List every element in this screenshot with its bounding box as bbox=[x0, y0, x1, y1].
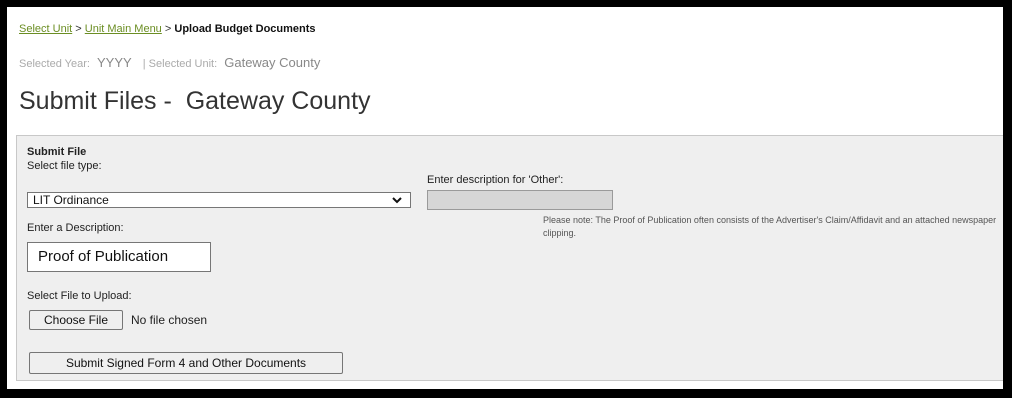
upload-label: Select File to Upload: bbox=[27, 290, 132, 302]
submit-documents-button[interactable]: Submit Signed Form 4 and Other Documents bbox=[29, 352, 343, 374]
description-input[interactable]: Proof of Publication bbox=[27, 242, 211, 272]
breadcrumb: Select Unit > Unit Main Menu > Upload Bu… bbox=[19, 23, 316, 35]
file-type-selected-value: LIT Ordinance bbox=[33, 193, 109, 207]
file-type-select[interactable]: LIT Ordinance bbox=[27, 192, 411, 208]
chevron-down-icon bbox=[392, 197, 402, 204]
panel-heading: Submit File bbox=[27, 146, 87, 158]
selected-unit-label: | Selected Unit: bbox=[142, 58, 218, 70]
page-title: Submit Files - Gateway County bbox=[19, 87, 371, 115]
file-type-label: Select file type: bbox=[27, 160, 102, 172]
description-label: Enter a Description: bbox=[27, 222, 124, 234]
selected-year-label: Selected Year: bbox=[19, 58, 90, 70]
breadcrumb-current: Upload Budget Documents bbox=[174, 23, 316, 35]
other-description-input[interactable] bbox=[427, 190, 613, 210]
breadcrumb-separator: > bbox=[164, 23, 172, 35]
breadcrumb-select-unit-link[interactable]: Select Unit bbox=[19, 23, 72, 35]
selected-unit-value: Gateway County bbox=[224, 55, 321, 70]
breadcrumb-separator: > bbox=[75, 23, 82, 35]
choose-file-button[interactable]: Choose File bbox=[29, 310, 123, 330]
submit-file-panel: Submit File Select file type: LIT Ordina… bbox=[16, 135, 1003, 381]
no-file-status: No file chosen bbox=[131, 313, 208, 327]
selected-year-value: YYYY bbox=[97, 55, 132, 70]
publication-note: Please note: The Proof of Publication of… bbox=[543, 215, 997, 238]
selection-info: Selected Year: YYYY | Selected Unit: Gat… bbox=[19, 55, 320, 70]
page-frame: Select Unit > Unit Main Menu > Upload Bu… bbox=[7, 7, 1003, 389]
other-description-label: Enter description for 'Other': bbox=[427, 174, 564, 186]
breadcrumb-unit-main-menu-link[interactable]: Unit Main Menu bbox=[85, 23, 162, 35]
